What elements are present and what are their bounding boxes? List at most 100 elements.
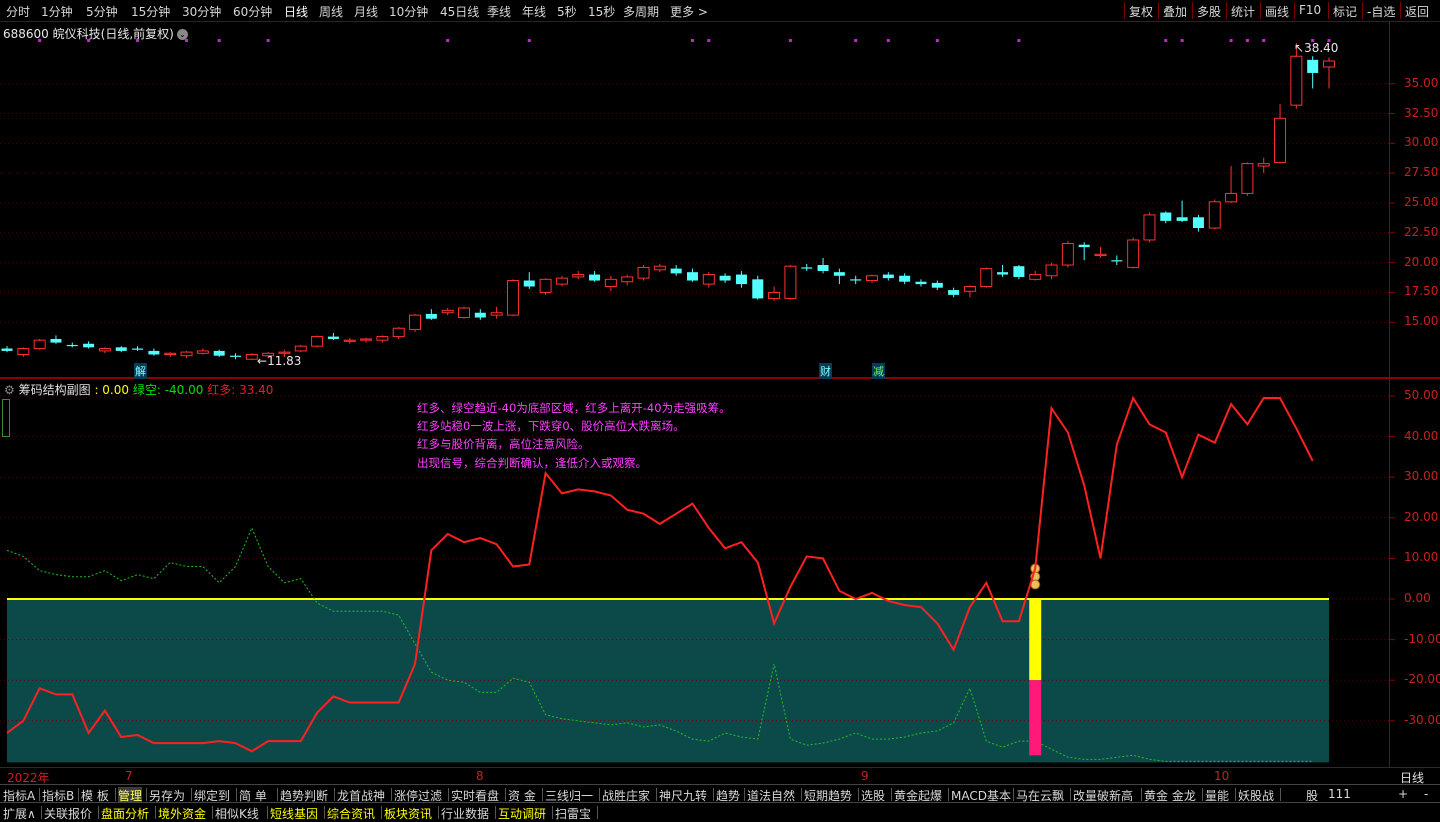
candle-body — [555, 277, 568, 285]
candle — [115, 346, 127, 353]
candle — [899, 273, 911, 285]
event-badge-reduce[interactable]: 减 — [872, 363, 885, 379]
candle-body — [572, 274, 585, 278]
event-badge-finance[interactable]: 财 — [819, 363, 832, 379]
candle — [817, 257, 829, 274]
bar-divider — [1070, 788, 1071, 801]
candle-body — [360, 338, 373, 341]
bar-divider — [41, 806, 42, 819]
candle — [702, 272, 715, 288]
candle-body — [311, 336, 324, 347]
event-badge-unlock[interactable]: 解 — [134, 363, 147, 379]
candle-body — [915, 281, 927, 285]
candle-body — [833, 272, 845, 276]
extension-btn-4[interactable]: 相似K线 — [215, 805, 259, 822]
bar-divider — [495, 806, 496, 819]
candle-body — [1323, 60, 1335, 68]
price-tick-label: 15.00 — [1404, 314, 1439, 329]
candle-body — [670, 268, 682, 274]
candle — [670, 265, 682, 276]
candle — [17, 347, 30, 357]
extension-btn-2[interactable]: 盘面分析 — [101, 805, 149, 822]
candle-body — [1045, 264, 1058, 277]
candle — [425, 309, 437, 320]
extension-btn-3[interactable]: 境外资金 — [158, 805, 206, 822]
candle-body — [1241, 163, 1254, 194]
indicator-area — [0, 395, 1395, 763]
template-right-btn-2[interactable]: + — [1398, 787, 1408, 801]
high-price-label: ↖38.40 — [1294, 41, 1339, 55]
candle — [474, 309, 486, 320]
low-price-label: ←11.83 — [257, 354, 302, 368]
candle — [653, 263, 666, 273]
bar-divider — [948, 788, 949, 801]
candle — [490, 306, 503, 319]
bar-divider — [334, 788, 335, 801]
candle-body — [1143, 214, 1156, 241]
candle — [1013, 265, 1025, 280]
price-tick-label: 32.50 — [1404, 105, 1439, 120]
candle — [409, 313, 422, 332]
bar-divider — [891, 788, 892, 801]
candle — [83, 341, 95, 349]
extension-btn-0[interactable]: 扩展∧ — [3, 805, 36, 822]
extension-btn-6[interactable]: 综合资讯 — [327, 805, 375, 822]
bar-divider — [505, 788, 506, 801]
bar-divider — [146, 788, 147, 801]
candle — [1208, 199, 1221, 230]
candle — [882, 272, 894, 281]
candle — [66, 342, 78, 348]
template-right-btn-3[interactable]: - — [1424, 787, 1428, 801]
candle — [229, 353, 241, 360]
candle — [523, 272, 535, 289]
candle — [213, 349, 225, 357]
extension-btn-1[interactable]: 关联报价 — [44, 805, 92, 822]
bar-divider — [599, 788, 600, 801]
candle — [1176, 200, 1188, 223]
extension-btn-10[interactable]: 扫雷宝 — [555, 805, 591, 822]
candle — [589, 270, 601, 282]
extension-btn-7[interactable]: 板块资讯 — [384, 805, 432, 822]
candle-body — [768, 291, 781, 299]
magenta-dot — [38, 39, 42, 42]
magenta-dot — [1180, 39, 1184, 42]
candle-body — [801, 267, 813, 269]
candle-body — [817, 265, 829, 271]
indicator-name[interactable]: 筹码结构副图 — [19, 383, 91, 397]
candle — [50, 335, 62, 344]
candle-body — [523, 280, 535, 287]
candle — [850, 275, 862, 285]
candle-body — [948, 290, 960, 295]
bar-divider — [1235, 788, 1236, 801]
candle-body — [441, 309, 454, 314]
candle — [1061, 241, 1074, 268]
magenta-dot — [1017, 39, 1021, 42]
date-label: 7 — [125, 769, 133, 783]
bar-divider — [801, 788, 802, 801]
candle — [1029, 270, 1042, 281]
indicator-scroll-handle[interactable] — [2, 399, 10, 437]
bar-divider — [552, 806, 553, 819]
magenta-dot — [266, 39, 270, 42]
price-tick-label: 22.50 — [1404, 224, 1439, 239]
candle — [1078, 242, 1090, 261]
bar-divider — [155, 806, 156, 819]
candle-body — [882, 274, 894, 279]
indicator-gear-icon[interactable]: ⚙ — [4, 383, 15, 397]
candle-body — [1192, 217, 1204, 229]
template-right-btn-1[interactable]: 111 — [1328, 787, 1351, 801]
extension-btn-8[interactable]: 行业数据 — [441, 805, 489, 822]
indicator-tick-label: -10.00 — [1404, 631, 1440, 646]
extension-bar: 扩展∧ 关联报价 盘面分析 境外资金 相似K线 短线基因 综合资讯 板块资讯 行业数据 互动调研扫… — [0, 802, 1440, 822]
bar-divider — [267, 806, 268, 819]
extension-btn-9[interactable]: 互动调研 — [498, 805, 546, 822]
magenta-dot — [690, 39, 694, 42]
candle-body — [735, 274, 747, 285]
magenta-dot — [1245, 39, 1249, 42]
candle — [963, 285, 976, 298]
candle-body — [392, 327, 405, 338]
magenta-dot — [527, 39, 531, 42]
candle-body — [1111, 260, 1123, 262]
magenta-signal-dots — [38, 39, 1331, 42]
extension-btn-5[interactable]: 短线基因 — [270, 805, 318, 822]
